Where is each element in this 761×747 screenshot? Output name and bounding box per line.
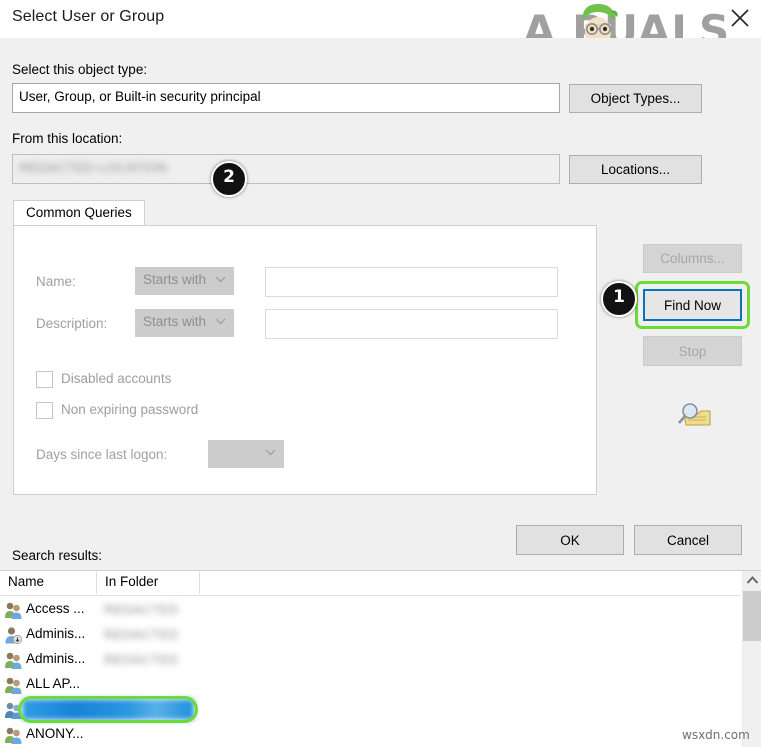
results-column-header: Name In Folder	[0, 571, 741, 596]
column-header-in-folder[interactable]: In Folder	[105, 574, 158, 589]
table-row[interactable]: ANONY...	[0, 722, 741, 747]
group-icon	[5, 652, 22, 669]
name-input[interactable]	[265, 267, 558, 297]
magnifier-folder-icon	[678, 403, 711, 426]
cancel-button[interactable]: Cancel	[634, 525, 742, 555]
select-user-or-group-dialog: Select User or Group A PUALS Select this…	[0, 0, 761, 747]
scrollbar-thumb[interactable]	[743, 591, 761, 641]
row-name: ALL AP...	[26, 676, 81, 691]
description-operator-select[interactable]: Starts with	[135, 309, 234, 337]
callout-badge-1: 1	[601, 281, 637, 317]
columns-button[interactable]: Columns...	[643, 244, 742, 273]
name-operator-select[interactable]: Starts with	[135, 267, 234, 295]
search-results-label: Search results:	[12, 548, 103, 563]
row-name: ANONY...	[26, 726, 84, 741]
group-icon	[5, 677, 22, 694]
row-name: Adminis...	[26, 626, 86, 641]
column-divider[interactable]	[199, 572, 200, 594]
tab-common-queries[interactable]: Common Queries	[13, 200, 145, 225]
column-divider[interactable]	[96, 572, 97, 594]
common-queries-panel: Name: Starts with Description: Starts wi…	[13, 225, 597, 495]
search-results-list: Name In Folder Access ... REDACTED Admin…	[0, 570, 761, 747]
chevron-down-icon	[215, 276, 226, 283]
location-field[interactable]: REDACTED-LOCATION	[12, 154, 560, 184]
name-operator-value: Starts with	[143, 272, 207, 287]
chevron-up-icon	[746, 576, 759, 584]
column-header-name[interactable]: Name	[8, 574, 44, 589]
row-folder: REDACTED	[104, 652, 179, 667]
group-icon	[5, 727, 22, 744]
user-badge-icon	[5, 627, 23, 644]
name-label: Name:	[36, 274, 76, 289]
locations-button[interactable]: Locations...	[569, 155, 702, 184]
non-expiring-password-checkbox[interactable]	[36, 402, 53, 419]
object-types-button[interactable]: Object Types...	[569, 84, 702, 113]
title-bar: Select User or Group A PUALS	[0, 0, 761, 55]
chevron-down-icon	[265, 449, 276, 456]
location-label: From this location:	[12, 131, 123, 146]
callout-badge-2: 2	[211, 161, 247, 197]
group-icon	[5, 602, 22, 619]
stop-button[interactable]: Stop	[643, 336, 742, 366]
description-label: Description:	[36, 316, 108, 331]
find-now-button[interactable]: Find Now	[643, 289, 742, 321]
object-type-value: User, Group, or Built-in security princi…	[19, 89, 261, 104]
wsxdn-watermark: wsxdn.com	[682, 728, 750, 742]
selection-highlight	[22, 699, 194, 720]
table-row[interactable]: Access ... REDACTED	[0, 597, 741, 622]
description-operator-value: Starts with	[143, 314, 207, 329]
scroll-up-button[interactable]	[743, 571, 761, 590]
close-icon[interactable]	[726, 4, 754, 32]
chevron-down-icon	[215, 318, 226, 325]
non-expiring-password-label: Non expiring password	[61, 402, 199, 417]
table-row[interactable]: ALL AP...	[0, 672, 741, 697]
row-name: Adminis...	[26, 651, 86, 666]
location-value: REDACTED-LOCATION	[19, 160, 168, 175]
row-folder: REDACTED	[104, 627, 179, 642]
disabled-accounts-checkbox[interactable]	[36, 371, 53, 388]
disabled-accounts-label: Disabled accounts	[61, 371, 172, 386]
close-glyph	[731, 9, 749, 27]
days-since-logon-label: Days since last logon:	[36, 447, 168, 462]
dialog-content: Select this object type: User, Group, or…	[0, 38, 761, 747]
ok-button[interactable]: OK	[516, 525, 624, 555]
tab-strip: Common Queries	[13, 200, 597, 226]
page-title: Select User or Group	[12, 8, 165, 25]
selected-result-row[interactable]	[0, 697, 741, 722]
description-input[interactable]	[265, 309, 558, 339]
group-icon	[5, 702, 22, 719]
row-folder: REDACTED	[104, 602, 179, 617]
object-type-field[interactable]: User, Group, or Built-in security princi…	[12, 83, 560, 113]
row-name: Access ...	[26, 601, 85, 616]
days-since-logon-select[interactable]	[208, 440, 284, 468]
table-row[interactable]: Adminis... REDACTED	[0, 622, 741, 647]
object-type-label: Select this object type:	[12, 62, 148, 77]
results-scrollbar[interactable]	[742, 571, 761, 747]
table-row[interactable]: Adminis... REDACTED	[0, 647, 741, 672]
